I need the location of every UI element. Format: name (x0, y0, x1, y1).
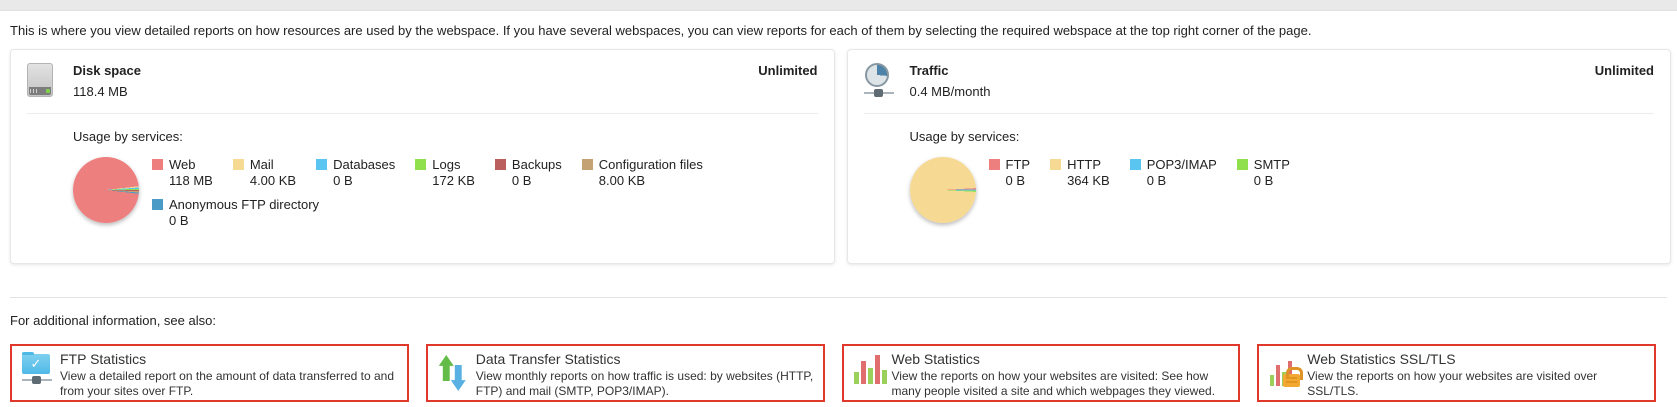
web-statistics-link[interactable]: Web Statistics View the reports on how y… (842, 344, 1241, 402)
legend-item-anonymous-ftp: Anonymous FTP directory 0 B (152, 197, 319, 228)
disk-space-title: Disk space (73, 63, 141, 78)
legend-swatch (415, 159, 426, 170)
data-transfer-statistics-description: View monthly reports on how traffic is u… (476, 369, 817, 399)
legend-item-mail: Mail 4.00 KB (233, 157, 296, 188)
top-toolbar-strip (0, 0, 1677, 11)
lock-icon (1283, 374, 1300, 387)
traffic-value: 0.4 MB/month (910, 84, 991, 99)
card-divider (27, 113, 818, 114)
traffic-gauge-icon (864, 63, 890, 98)
web-statistics-ssl-title[interactable]: Web Statistics SSL/TLS (1307, 351, 1648, 367)
legend-swatch (1237, 159, 1248, 170)
legend-swatch (495, 159, 506, 170)
data-transfer-statistics-link[interactable]: Data Transfer Statistics View monthly re… (426, 344, 825, 402)
disk-space-header: Disk space 118.4 MB Unlimited (27, 63, 818, 99)
traffic-card: Traffic 0.4 MB/month Unlimited Usage by … (847, 49, 1672, 264)
card-divider (864, 113, 1655, 114)
legend-swatch (989, 159, 1000, 170)
legend-item-web: Web 118 MB (152, 157, 213, 188)
legend-item-configuration-files: Configuration files 8.00 KB (582, 157, 703, 188)
traffic-usage-legend: FTP 0 B HTTP 364 KB POP3/IMAP 0 B SMTP 0… (989, 157, 1655, 223)
disk-usage-pie-chart (73, 157, 139, 223)
bar-chart-lock-icon (1269, 354, 1303, 388)
ftp-folder-check-icon: ✓ (22, 354, 52, 385)
section-divider (10, 297, 1667, 298)
traffic-limit: Unlimited (1595, 63, 1654, 78)
legend-swatch (582, 159, 593, 170)
legend-swatch (233, 159, 244, 170)
page-description: This is where you view detailed reports … (10, 22, 1667, 40)
web-statistics-title[interactable]: Web Statistics (892, 351, 1233, 367)
legend-swatch (152, 159, 163, 170)
legend-item-ftp: FTP 0 B (989, 157, 1031, 188)
legend-item-pop3-imap: POP3/IMAP 0 B (1130, 157, 1217, 188)
legend-swatch (316, 159, 327, 170)
disk-space-limit: Unlimited (758, 63, 817, 78)
legend-item-databases: Databases 0 B (316, 157, 395, 188)
legend-swatch (152, 199, 163, 210)
legend-item-backups: Backups 0 B (495, 157, 562, 188)
hard-drive-icon (27, 63, 53, 97)
legend-item-http: HTTP 364 KB (1050, 157, 1110, 188)
ftp-statistics-description: View a detailed report on the amount of … (60, 369, 401, 399)
traffic-title: Traffic (910, 63, 991, 78)
see-also-label: For additional information, see also: (10, 313, 1677, 328)
legend-item-smtp: SMTP 0 B (1237, 157, 1290, 188)
resource-cards-row: Disk space 118.4 MB Unlimited Usage by s… (10, 49, 1671, 264)
ftp-statistics-title[interactable]: FTP Statistics (60, 351, 401, 367)
up-down-arrows-icon (438, 354, 470, 392)
legend-swatch (1130, 159, 1141, 170)
additional-links-row: ✓ FTP Statistics View a detailed report … (10, 344, 1656, 402)
disk-space-value: 118.4 MB (73, 84, 141, 99)
data-transfer-statistics-title[interactable]: Data Transfer Statistics (476, 351, 817, 367)
traffic-header: Traffic 0.4 MB/month Unlimited (864, 63, 1655, 99)
disk-space-card: Disk space 118.4 MB Unlimited Usage by s… (10, 49, 835, 264)
traffic-usage-label: Usage by services: (910, 129, 1655, 144)
web-statistics-ssl-description: View the reports on how your websites ar… (1307, 369, 1648, 399)
legend-item-logs: Logs 172 KB (415, 157, 475, 188)
disk-usage-legend: Web 118 MB Mail 4.00 KB Databases 0 B Lo… (152, 157, 818, 237)
traffic-usage-pie-chart (910, 157, 976, 223)
web-statistics-ssl-link[interactable]: Web Statistics SSL/TLS View the reports … (1257, 344, 1656, 402)
web-statistics-description: View the reports on how your websites ar… (892, 369, 1233, 399)
disk-usage-label: Usage by services: (73, 129, 818, 144)
ftp-statistics-link[interactable]: ✓ FTP Statistics View a detailed report … (10, 344, 409, 402)
legend-swatch (1050, 159, 1061, 170)
bar-chart-icon (854, 354, 892, 384)
